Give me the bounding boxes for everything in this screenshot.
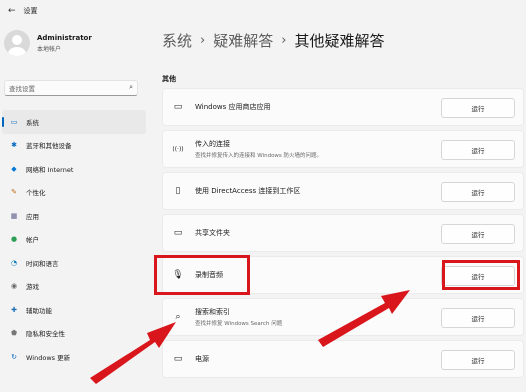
section-label: 其他 (162, 75, 176, 83)
sidebar-item-label: 时间和语言 (26, 259, 59, 268)
sidebar-item-label: 蓝牙和其他设备 (26, 142, 72, 151)
shared-folder-icon: ▭ (173, 228, 183, 238)
sidebar-item-label: 网络和 Internet (26, 165, 74, 174)
search-icon: ⌕ (175, 312, 181, 322)
troubleshooter-row: ▭ Windows 应用商店应用 运行 (162, 88, 524, 126)
run-button[interactable]: 运行 (441, 350, 515, 370)
sidebar-item-label: 辅助功能 (26, 306, 52, 315)
sidebar-nav: ▭ 系统 ✱ 蓝牙和其他设备 ◆ 网络和 Internet ✎ 个性化 ▦ 应用 ● 帐户 ◔ 时间和语言… (2, 110, 146, 369)
breadcrumb-troubleshoot[interactable]: 疑难解答 (213, 30, 273, 51)
user-profile[interactable]: Administrator 本地帐户 (4, 30, 92, 56)
sidebar-item-0[interactable]: ▭ 系统 (2, 110, 146, 134)
windows-update-icon: ↻ (11, 352, 17, 361)
main-content: 系统 › 疑难解答 › 其他疑难解答 其他 ▭ Windows 应用商店应用 运行 (… (148, 22, 526, 392)
clock-globe-icon: ◔ (10, 258, 18, 267)
sidebar-item-label: 系统 (26, 118, 39, 127)
accessibility-icon: ✚ (11, 305, 17, 314)
sidebar-item-label: 个性化 (26, 189, 46, 198)
troubleshooter-row: ▯ 使用 DirectAccess 连接到工作区 运行 (162, 172, 524, 210)
sidebar-item-2[interactable]: ◆ 网络和 Internet (2, 157, 146, 181)
chevron-right-icon: › (200, 33, 206, 48)
troubleshooter-row: ▭ 共享文件夹 运行 (162, 214, 524, 252)
title-bar: ← 设置 (0, 0, 526, 22)
sidebar-item-8[interactable]: ✚ 辅助功能 (2, 298, 146, 322)
store-app-icon: ▭ (173, 102, 183, 112)
sidebar-item-7[interactable]: ◉ 游戏 (2, 275, 146, 299)
sidebar-item-9[interactable]: ⬟ 隐私和安全性 (2, 322, 146, 346)
bluetooth-icon: ✱ (11, 141, 17, 150)
troubleshooter-row: ▭ 电源 运行 (162, 340, 524, 378)
troubleshooter-row: 🎙 录制音频 运行 (162, 256, 524, 294)
sidebar-item-6[interactable]: ◔ 时间和语言 (2, 251, 146, 275)
user-account-type: 本地帐户 (37, 45, 62, 53)
search-input[interactable]: 查找设置 ⌕ (4, 80, 138, 96)
run-button[interactable]: 运行 (441, 140, 515, 160)
sidebar-item-10[interactable]: ↻ Windows 更新 (2, 345, 146, 369)
run-button[interactable]: 运行 (441, 182, 515, 202)
sidebar-item-5[interactable]: ● 帐户 (2, 228, 146, 252)
sidebar-item-3[interactable]: ✎ 个性化 (2, 181, 146, 205)
breadcrumb: 系统 › 疑难解答 › 其他疑难解答 (162, 30, 384, 51)
battery-icon: ▭ (173, 354, 183, 364)
run-button[interactable]: 运行 (441, 98, 515, 118)
sidebar-item-label: 隐私和安全性 (26, 330, 65, 339)
search-placeholder: 查找设置 (9, 85, 35, 93)
gamepad-icon: ◉ (10, 282, 18, 291)
shield-icon: ⬟ (10, 329, 18, 338)
user-name: Administrator (37, 33, 92, 42)
sidebar-item-label: 应用 (26, 212, 39, 221)
troubleshooter-row: ⌕ 搜索和索引 查找并修复 Windows Search 问题 运行 (162, 298, 524, 336)
apps-icon: ▦ (10, 211, 18, 220)
sidebar-item-label: 游戏 (26, 283, 39, 292)
incoming-connection-icon: ((·)) (172, 145, 184, 153)
run-button[interactable]: 运行 (441, 224, 515, 244)
avatar (4, 30, 30, 56)
phone-icon: ▯ (175, 186, 181, 196)
sidebar-item-label: Windows 更新 (26, 353, 71, 362)
window-title: 设置 (23, 7, 38, 15)
brush-icon: ✎ (11, 188, 17, 197)
sidebar-item-1[interactable]: ✱ 蓝牙和其他设备 (2, 134, 146, 158)
back-arrow-icon[interactable]: ← (8, 6, 16, 16)
chevron-right-icon: › (281, 33, 287, 48)
page-title: 其他疑难解答 (294, 32, 385, 50)
account-icon: ● (10, 235, 18, 244)
sidebar-item-4[interactable]: ▦ 应用 (2, 204, 146, 228)
breadcrumb-system[interactable]: 系统 (162, 30, 192, 51)
wifi-icon: ◆ (11, 164, 17, 173)
run-button[interactable]: 运行 (441, 308, 515, 328)
system-icon: ▭ (10, 117, 18, 126)
sidebar: Administrator 本地帐户 查找设置 ⌕ ▭ 系统 ✱ 蓝牙和其他设备 ◆ 网络… (0, 22, 148, 392)
troubleshooter-row: ((·)) 传入的连接 查找并修复传入的连接和 Windows 防火墙的问题。 运行 (162, 130, 524, 168)
run-button[interactable]: 运行 (441, 266, 515, 286)
microphone-icon: 🎙 (172, 270, 184, 280)
sidebar-item-label: 帐户 (26, 236, 39, 245)
search-icon[interactable]: ⌕ (129, 83, 133, 92)
